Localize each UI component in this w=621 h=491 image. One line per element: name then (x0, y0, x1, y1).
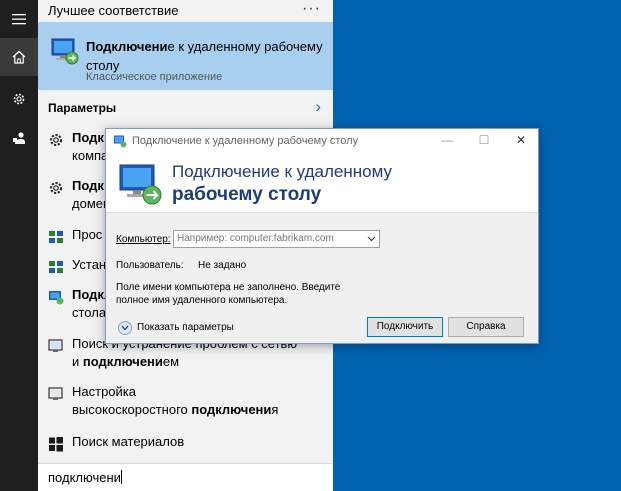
best-match-subtitle: Классическое приложение (86, 71, 223, 83)
expand-chevron-icon[interactable] (118, 321, 132, 335)
banner-title-line1: Подключение к удаленному (172, 162, 392, 181)
chevron-down-icon[interactable] (365, 232, 377, 246)
user-label: Пользователь: (116, 260, 184, 271)
best-match-header: Лучшее соответствие (48, 3, 179, 18)
search-box[interactable]: подключени (38, 463, 333, 491)
troubleshoot-icon (48, 338, 64, 354)
control-panel-icon (48, 229, 64, 245)
dialog-titlebar[interactable]: Подключение к удаленному рабочему столу … (106, 129, 538, 155)
show-options-link[interactable]: Показать параметры (137, 322, 234, 333)
remote-desktop-title-icon (113, 134, 127, 153)
close-icon[interactable]: ✕ (513, 132, 529, 148)
settings-gear-icon[interactable] (0, 80, 38, 118)
settings-section-header[interactable]: Параметры (48, 101, 116, 115)
control-panel-icon (48, 259, 64, 275)
hamburger-menu-icon[interactable] (0, 0, 38, 38)
remote-desktop-dialog: Подключение к удаленному рабочему столу … (105, 128, 539, 344)
connect-button[interactable]: Подключить (367, 317, 443, 337)
best-match-title: Подключение к удаленному рабочему столу (86, 39, 323, 73)
info-message: Поле имени компьютера не заполнено. Введ… (116, 282, 341, 306)
chevron-right-icon[interactable]: › (315, 97, 321, 117)
user-value: Не задано (198, 260, 247, 271)
best-match-result[interactable]: Подключение к удаленному рабочему столу … (38, 22, 333, 90)
remote-desktop-large-icon (118, 161, 164, 212)
maximize-icon[interactable]: ☐ (476, 132, 492, 148)
home-icon[interactable] (0, 38, 38, 76)
computer-input-placeholder: Например: computer.fabrikam.com (177, 233, 334, 244)
help-button[interactable]: Справка (448, 317, 524, 337)
dialog-banner: Подключение к удаленному рабочему столу (106, 155, 538, 213)
remote-desktop-icon (50, 36, 80, 71)
banner-title-line2: рабочему столу (172, 184, 322, 205)
gear-icon (48, 132, 64, 148)
user-feedback-icon[interactable] (0, 119, 38, 157)
remote-desktop-small-icon (48, 289, 64, 305)
computer-label: Компьютер: (116, 234, 171, 245)
minimize-icon[interactable]: — (439, 132, 455, 148)
more-options-icon[interactable]: ··· (302, 0, 321, 18)
start-rail (0, 0, 38, 491)
search-input[interactable]: подключени (48, 470, 122, 485)
computer-combobox[interactable]: Например: computer.fabrikam.com (173, 230, 380, 248)
windows-logo-icon (48, 436, 64, 452)
broadband-icon (48, 386, 64, 402)
dialog-title: Подключение к удаленному рабочему столу (132, 135, 359, 147)
gear-icon (48, 180, 64, 196)
